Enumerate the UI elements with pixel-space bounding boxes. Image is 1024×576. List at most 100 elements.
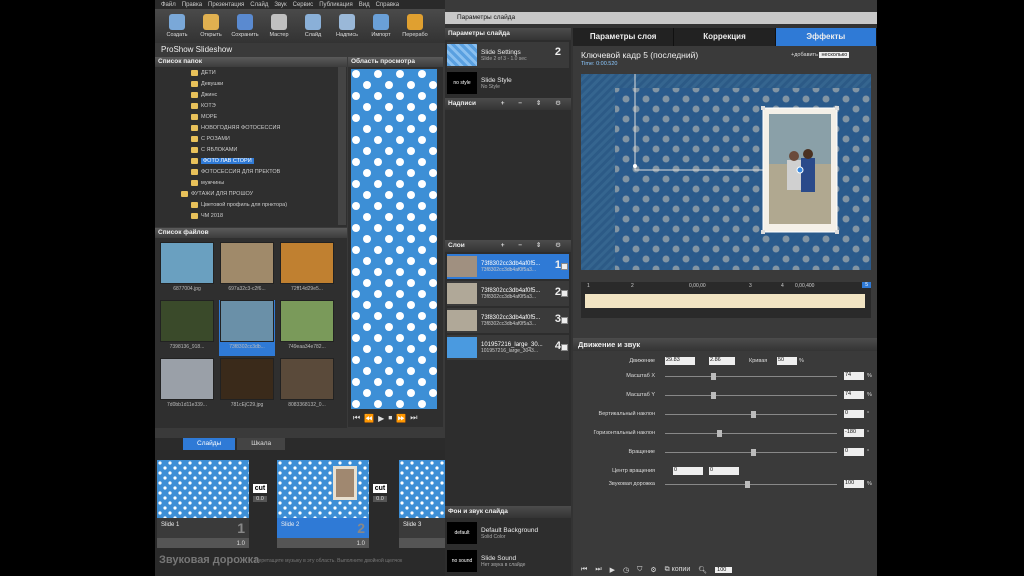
- menu-item[interactable]: Презентация: [208, 2, 244, 8]
- timer-icon[interactable]: ◷: [623, 566, 629, 574]
- property-value[interactable]: 74: [844, 391, 864, 399]
- folder-item[interactable]: МОРЕ: [155, 111, 337, 122]
- property-knob[interactable]: [717, 430, 722, 437]
- slide-settings-item[interactable]: Slide Settings Slide 2 of 3 - 1.0 sec 2: [447, 42, 569, 68]
- layer-checkbox[interactable]: [561, 263, 568, 270]
- layer-item[interactable]: 73f8302cc3db4af0f5... 73f8302cc3db4af0f5a…: [447, 281, 569, 306]
- menu-item[interactable]: Звук: [274, 2, 286, 8]
- layer-item[interactable]: 73f8302cc3db4af0f5... 73f8302cc3db4af0f5a…: [447, 254, 569, 279]
- layer-controls[interactable]: + − ⇕ ⚙: [501, 240, 567, 252]
- play-icon[interactable]: ▶: [610, 566, 615, 574]
- slide-style-item[interactable]: no style Slide Style No Style: [447, 70, 569, 96]
- multi-select[interactable]: несколько: [819, 52, 850, 58]
- property-value[interactable]: 74: [844, 372, 864, 380]
- property-knob[interactable]: [751, 411, 756, 418]
- folder-item[interactable]: Девушки: [155, 78, 337, 89]
- property-value[interactable]: 0: [844, 448, 864, 456]
- layer-checkbox[interactable]: [561, 344, 568, 351]
- shield-icon[interactable]: ⛉: [637, 566, 642, 574]
- folder-item[interactable]: С ЯБЛОКАМИ: [155, 144, 337, 155]
- toolbar-button[interactable]: Открыть: [197, 9, 225, 43]
- menu-item[interactable]: Слайд: [250, 2, 268, 8]
- menu-item[interactable]: Вид: [359, 2, 370, 8]
- file-thumbnail[interactable]: 8083368132_0...: [279, 358, 335, 414]
- rotation-center-x[interactable]: 0: [673, 467, 703, 475]
- toolbar-button[interactable]: Сохранить: [231, 9, 259, 43]
- tab-adjustments[interactable]: Коррекция: [674, 28, 776, 46]
- slide-item[interactable]: Slide 2 2 1.0: [277, 460, 369, 548]
- property-slider[interactable]: [665, 376, 837, 377]
- layer-item[interactable]: 73f8302cc3db4af0f5... 73f8302cc3db4af0f5a…: [447, 308, 569, 333]
- file-thumbnail[interactable]: 7398136_918...: [159, 300, 215, 356]
- sound-track-knob[interactable]: [745, 481, 750, 488]
- add-keyframe-button[interactable]: +добавить несколько: [791, 52, 850, 58]
- tab-1[interactable]: Шкала: [237, 438, 286, 450]
- slide-item[interactable]: Slide 1 1 1.0: [157, 460, 249, 548]
- folder-item[interactable]: С РОЗАМИ: [155, 133, 337, 144]
- last-icon[interactable]: ⏭: [410, 413, 417, 423]
- file-thumbnail[interactable]: 6877004.jpg: [159, 242, 215, 298]
- slide-sound-item[interactable]: no sound Slide Sound Нет звука в слайде: [447, 548, 569, 574]
- background-item[interactable]: default Default Background Solid Color: [447, 520, 569, 546]
- first-icon[interactable]: ⏮: [353, 413, 360, 423]
- forward-icon[interactable]: ⏩: [396, 414, 406, 423]
- property-knob[interactable]: [711, 392, 716, 399]
- keyframe-badge[interactable]: 5: [862, 282, 871, 288]
- property-slider[interactable]: [665, 395, 837, 396]
- menu-item[interactable]: Публикация: [319, 2, 353, 8]
- folder-item[interactable]: ФУТАЖИ ДЛЯ ПРОШОУ: [155, 188, 337, 199]
- zoom-field[interactable]: 100: [715, 567, 733, 573]
- menu-item[interactable]: Сервис: [293, 2, 314, 8]
- file-thumbnail[interactable]: 781cEjC29.jpg: [219, 358, 275, 414]
- curve-field[interactable]: 50: [777, 357, 797, 365]
- folder-item[interactable]: Джинс: [155, 89, 337, 100]
- rotation-center-y[interactable]: 0: [709, 467, 739, 475]
- gear-icon[interactable]: ⚙: [650, 566, 656, 574]
- editor-canvas[interactable]: [581, 74, 871, 270]
- folder-item[interactable]: ФОТО ЛАВ СТОРИ: [155, 155, 337, 166]
- slide-duration[interactable]: 1.0: [237, 541, 245, 547]
- menu-item[interactable]: Правка: [182, 2, 202, 8]
- keyframe-track[interactable]: [585, 294, 865, 308]
- property-slider[interactable]: [665, 433, 837, 434]
- menu-item[interactable]: Справка: [376, 2, 400, 8]
- next-slide-icon[interactable]: ⏭: [595, 566, 601, 574]
- tab-layer-settings[interactable]: Параметры слоя: [573, 28, 675, 46]
- sound-track-value[interactable]: 100: [844, 480, 864, 488]
- folder-scrollbar[interactable]: [338, 67, 346, 225]
- toolbar-button[interactable]: Импорт: [367, 9, 395, 43]
- sound-track-slider[interactable]: [665, 484, 837, 485]
- rewind-icon[interactable]: ⏪: [364, 414, 374, 423]
- layer-item[interactable]: 101957216_large_30... 101957216_large_304…: [447, 335, 569, 360]
- caption-controls[interactable]: + − ⇕ ⚙: [501, 98, 567, 110]
- property-value[interactable]: -180: [844, 429, 864, 437]
- tab-effects[interactable]: Эффекты: [775, 28, 877, 46]
- file-thumbnail[interactable]: 72ff14d29e5...: [279, 242, 335, 298]
- folder-item[interactable]: КОТЭ: [155, 100, 337, 111]
- menu-item[interactable]: Файл: [161, 2, 176, 8]
- folder-item[interactable]: Цветовой профиль для прнктора): [155, 199, 337, 210]
- slide-duration[interactable]: 1.0: [357, 541, 365, 547]
- toolbar-button[interactable]: Слайд: [299, 9, 327, 43]
- file-thumbnail[interactable]: 697a32c3-c2f6...: [219, 242, 275, 298]
- layer-checkbox[interactable]: [561, 290, 568, 297]
- property-value[interactable]: 0: [844, 410, 864, 418]
- folder-item[interactable]: НОВОГОДНЯЯ ФОТОСЕССИЯ: [155, 122, 337, 133]
- motion-x-field[interactable]: 29.83: [665, 357, 695, 365]
- layer-checkbox[interactable]: [561, 317, 568, 324]
- transition-item[interactable]: cut 0.0: [371, 484, 389, 512]
- keyframe-timeline[interactable]: 1 2 0,00,00 3 4 0,00,400 5: [581, 282, 871, 318]
- property-knob[interactable]: [751, 449, 756, 456]
- tab-0[interactable]: Слайды: [183, 438, 236, 450]
- prev-slide-icon[interactable]: ⏮: [581, 566, 587, 574]
- property-knob[interactable]: [711, 373, 716, 380]
- toolbar-button[interactable]: Надпись: [333, 9, 361, 43]
- stop-icon[interactable]: ⏹: [388, 413, 392, 423]
- file-thumbnail[interactable]: 73f8302cc3db...: [219, 300, 275, 356]
- folder-item[interactable]: ФОТОСЕССИЯ ДЛЯ ПРЕКТОВ: [155, 166, 337, 177]
- toolbar-button[interactable]: Мастер: [265, 9, 293, 43]
- toolbar-button[interactable]: Перерабо: [401, 9, 429, 43]
- copy-button[interactable]: ⧉ копии: [665, 566, 691, 574]
- folder-item[interactable]: мужчины: [155, 177, 337, 188]
- file-thumbnail[interactable]: 7d0bb1d11e339...: [159, 358, 215, 414]
